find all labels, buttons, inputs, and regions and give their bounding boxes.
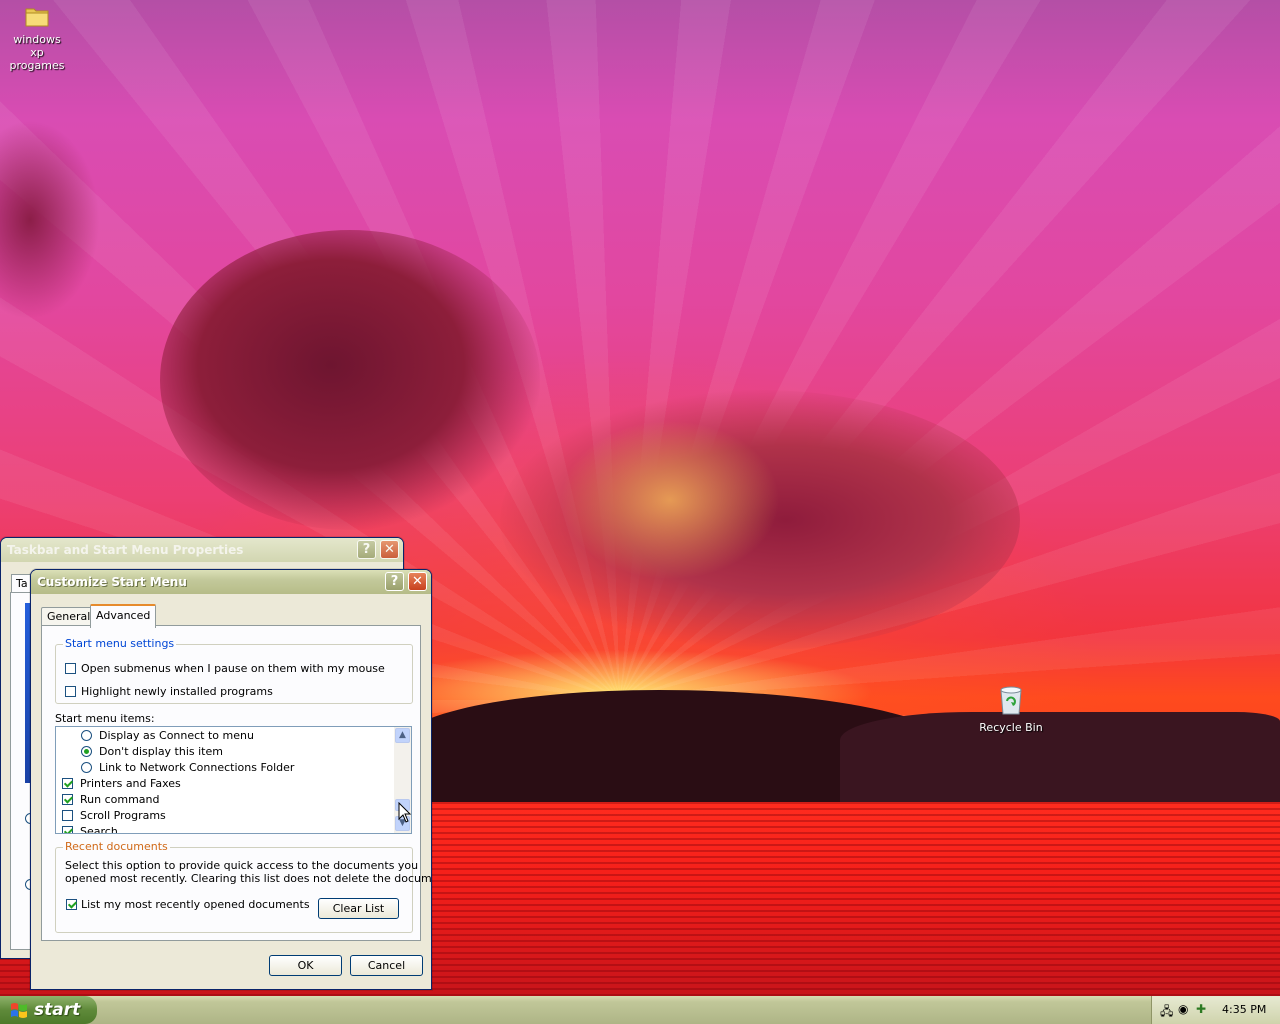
recent-desc-line1: Select this option to provide quick acce… (65, 859, 419, 872)
close-button[interactable]: ✕ (408, 572, 427, 591)
recycle-bin-icon[interactable]: Recycle Bin (976, 684, 1046, 734)
help-button[interactable]: ? (357, 540, 376, 559)
clock[interactable]: 4:35 PM (1222, 1003, 1266, 1016)
list-item-label: Printers and Faxes (80, 777, 181, 790)
scroll-up-icon[interactable]: ▲ (395, 728, 410, 743)
desktop-folder-label-1: windows xp (13, 33, 61, 59)
security-icon[interactable]: ◉ (1178, 1002, 1188, 1016)
folder-icon (25, 8, 49, 27)
start-menu-settings-group: Start menu settings Open submenus when I… (55, 637, 413, 704)
highlight-programs-checkbox[interactable] (65, 686, 76, 697)
cloud (160, 230, 540, 530)
list-item-label: Run command (80, 793, 160, 806)
tab-label: Ta (16, 577, 28, 590)
list-item-label: Search (80, 825, 118, 834)
advanced-panel: Start menu settings Open submenus when I… (41, 625, 431, 941)
cloud (0, 120, 100, 320)
cloud (560, 420, 780, 580)
desktop-folder-icon[interactable]: windows xp progames (6, 4, 68, 72)
cancel-button[interactable]: Cancel (350, 955, 423, 976)
tab-advanced[interactable]: Advanced (90, 604, 157, 628)
open-submenus-label: Open submenus when I pause on them with … (81, 662, 385, 675)
radio-dont-display[interactable] (81, 746, 92, 757)
clear-list-button[interactable]: Clear List (318, 898, 399, 919)
start-label: start (34, 1000, 81, 1020)
list-item-label: Link to Network Connections Folder (99, 761, 295, 774)
network-icon[interactable]: 🖧 (1160, 1002, 1173, 1023)
recent-desc-line2: opened most recently. Clearing this list… (65, 872, 432, 885)
radio-connect-to-menu[interactable] (81, 730, 92, 741)
mountain-range (840, 712, 1280, 806)
scroll-programs-checkbox[interactable] (62, 810, 73, 821)
ok-button[interactable]: OK (269, 955, 342, 976)
start-button[interactable]: start (0, 996, 97, 1024)
recent-documents-group: Recent documents Select this option to p… (55, 840, 431, 933)
safely-remove-icon[interactable]: ✚ (1196, 1002, 1206, 1016)
group-title: Recent documents (63, 840, 170, 853)
open-submenus-checkbox[interactable] (65, 663, 76, 674)
window-title: Taskbar and Start Menu Properties (7, 543, 244, 557)
printers-faxes-checkbox[interactable] (62, 778, 73, 789)
start-menu-items-label: Start menu items: (55, 712, 155, 725)
start-menu-items-list[interactable]: Display as Connect to menu Don't display… (55, 726, 412, 834)
customize-titlebar[interactable]: Customize Start Menu ? ✕ (31, 570, 431, 594)
system-tray: 🖧 ◉ ✚ 4:35 PM (1151, 996, 1280, 1024)
run-command-checkbox[interactable] (62, 794, 73, 805)
group-title: Start menu settings (63, 637, 177, 650)
list-item-label: Display as Connect to menu (99, 729, 254, 742)
desktop-folder-label-2: progames (9, 59, 65, 72)
tab-general[interactable]: General (41, 607, 97, 626)
list-item-label: Don't display this item (99, 745, 223, 758)
recycle-bin-label: Recycle Bin (979, 721, 1043, 734)
help-button[interactable]: ? (385, 572, 404, 591)
highlight-programs-label: Highlight newly installed programs (81, 685, 273, 698)
trash-icon (1000, 686, 1022, 715)
list-recent-docs-checkbox[interactable] (66, 899, 77, 910)
window-title: Customize Start Menu (37, 575, 187, 589)
dialog-body: General Advanced Start menu settings Ope… (34, 597, 431, 986)
list-recent-docs-label: List my most recently opened documents (81, 898, 310, 911)
taskbar-properties-titlebar[interactable]: Taskbar and Start Menu Properties ? ✕ (1, 538, 403, 562)
customize-start-menu-window[interactable]: Customize Start Menu ? ✕ General Advance… (30, 569, 432, 990)
taskbar: start 🖧 ◉ ✚ 4:35 PM (0, 996, 1280, 1024)
radio-link-network[interactable] (81, 762, 92, 773)
mouse-cursor-icon (398, 802, 412, 823)
list-item-label: Scroll Programs (80, 809, 166, 822)
windows-logo-icon (11, 1003, 27, 1018)
search-checkbox[interactable] (62, 826, 73, 833)
close-button[interactable]: ✕ (380, 540, 399, 559)
